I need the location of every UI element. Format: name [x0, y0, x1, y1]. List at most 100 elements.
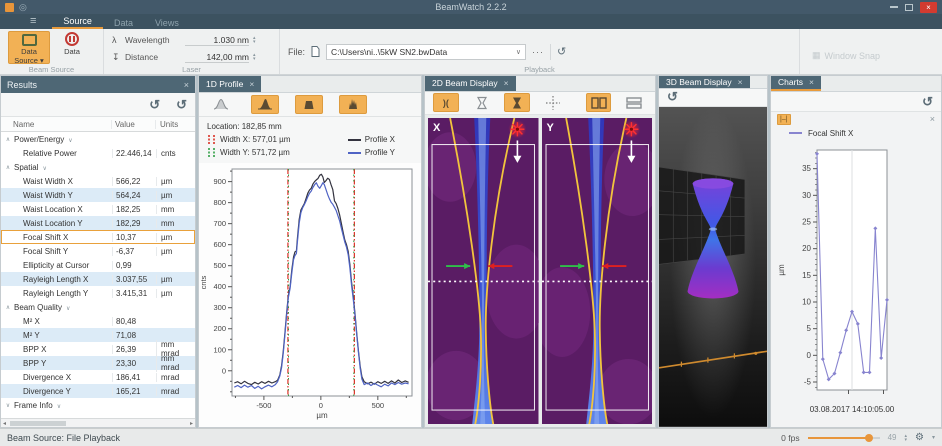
- gear-dropdown-icon[interactable]: ▾: [932, 434, 935, 441]
- wavelength-icon: λ: [112, 35, 121, 45]
- wavelength-field[interactable]: 1.030 nm: [185, 35, 249, 46]
- playback-slider[interactable]: [808, 433, 880, 443]
- table-row[interactable]: Waist Location Y182,29mm: [1, 216, 195, 230]
- table-row[interactable]: Rayleigh Length X3.037,55µm: [1, 272, 195, 286]
- profile-mode-peak-button[interactable]: [251, 95, 279, 114]
- tab-source[interactable]: Source: [52, 14, 103, 29]
- chart-close-icon[interactable]: ×: [930, 114, 935, 124]
- results-hscrollbar[interactable]: ◂ ▸: [1, 418, 195, 427]
- data-pause-button[interactable]: Data: [55, 31, 89, 64]
- scroll-track[interactable]: [8, 421, 188, 426]
- profile-mode-tophat-button[interactable]: [295, 95, 323, 114]
- file-dropdown-icon[interactable]: ∨: [516, 48, 521, 56]
- scroll-left-icon[interactable]: ◂: [3, 420, 6, 427]
- reset-layout-icon[interactable]: ↺: [176, 97, 187, 113]
- profile-mode-gaussian-button[interactable]: [207, 95, 235, 114]
- distance-field[interactable]: 142,00 mm: [185, 52, 249, 63]
- data-source-button[interactable]: Data Source ▾: [8, 31, 50, 64]
- speed-stepper[interactable]: ▴▾: [905, 434, 908, 442]
- tophat-curve-icon: [301, 98, 317, 110]
- minimize-icon[interactable]: [890, 6, 898, 8]
- close-window-icon[interactable]: ×: [920, 2, 937, 13]
- table-row[interactable]: Waist Width Y564,24µm: [1, 188, 195, 202]
- table-row[interactable]: ∧Beam Quality∨: [1, 300, 195, 314]
- split-vertical-button[interactable]: [586, 93, 612, 112]
- distance-stepper[interactable]: ▴▾: [253, 53, 256, 61]
- wavelength-label: Wavelength: [125, 35, 181, 45]
- table-row[interactable]: ∧Spatial∨: [1, 160, 195, 174]
- reset-values-icon[interactable]: ↺: [149, 97, 160, 113]
- results-close-icon[interactable]: ×: [184, 80, 189, 90]
- beam-view-x[interactable]: X: [428, 118, 539, 424]
- window-snap-option[interactable]: ▦ Window Snap: [812, 50, 880, 61]
- gear-icon[interactable]: ⚙: [915, 432, 924, 443]
- charts-toolbar: ↺: [771, 92, 941, 112]
- tab-2d-close-icon[interactable]: ×: [504, 78, 509, 88]
- reset-chart-icon[interactable]: ↺: [922, 94, 933, 110]
- table-row[interactable]: Focal Shift Y-6,37µm: [1, 244, 195, 258]
- table-row[interactable]: Relative Power22.446,14cnts: [1, 146, 195, 160]
- beam-view-y[interactable]: Y: [542, 118, 653, 424]
- tab-3d-label: 3D Beam Display: [666, 77, 732, 87]
- profile-1d-chart-svg: 0100200300400500600700800900-5000500cnts…: [199, 163, 421, 422]
- column-value[interactable]: Value: [111, 120, 155, 129]
- table-row[interactable]: ∧Power/Energy∨: [1, 132, 195, 146]
- table-row[interactable]: Ellipticity at Cursor0,99: [1, 258, 195, 272]
- table-row[interactable]: Divergence X186,41mrad: [1, 370, 195, 384]
- table-row[interactable]: Divergence Y165,21mrad: [1, 384, 195, 398]
- scroll-thumb[interactable]: [10, 421, 66, 426]
- svg-text:400: 400: [213, 282, 226, 291]
- beam-2d-views: X: [425, 115, 655, 427]
- tab-views[interactable]: Views: [144, 16, 190, 29]
- hourglass-outline-button[interactable]: [469, 93, 495, 112]
- profile-1d-chart[interactable]: 0100200300400500600700800900-5000500cnts…: [199, 163, 421, 427]
- wavelength-stepper[interactable]: ▴▾: [253, 36, 256, 44]
- raw-signal-icon: [345, 98, 361, 110]
- table-row[interactable]: Waist Width X566,22µm: [1, 174, 195, 188]
- menu-icon[interactable]: ≡: [30, 16, 36, 27]
- split-horizontal-button[interactable]: [621, 93, 647, 112]
- peak-curve-icon: [257, 98, 273, 110]
- file-path-input[interactable]: C:\Users\ni..\5kW SN2.bwData ∨: [326, 44, 526, 60]
- table-row[interactable]: ∨Frame Info∨: [1, 398, 195, 412]
- autoscale-button[interactable]: |–|: [777, 114, 791, 125]
- scroll-right-icon[interactable]: ▸: [190, 420, 193, 427]
- column-name[interactable]: Name: [13, 120, 111, 129]
- tab-1d-close-icon[interactable]: ×: [249, 79, 254, 89]
- table-row[interactable]: Rayleigh Length Y3.415,31µm: [1, 286, 195, 300]
- fps-readout: 0 fps: [781, 433, 799, 443]
- tab-1d-profile[interactable]: 1D Profile ×: [199, 76, 261, 92]
- quick-access-icon[interactable]: ◎: [19, 3, 27, 12]
- column-units[interactable]: Units: [155, 120, 195, 129]
- browse-file-button[interactable]: ···: [532, 47, 544, 57]
- tab-charts-close-icon[interactable]: ×: [809, 77, 814, 87]
- beam-view-y-image: [542, 118, 653, 424]
- table-row[interactable]: BPP Y23,30mm mrad: [1, 356, 195, 370]
- profile-mode-raw-button[interactable]: [339, 95, 367, 114]
- maximize-icon[interactable]: [905, 4, 913, 11]
- tab-3d-close-icon[interactable]: ×: [738, 77, 743, 87]
- profile-1d-readouts: Location: 182,85 mm Width X: 577,01 µm P…: [199, 117, 421, 163]
- results-panel: Results × ↺ ↺ Name Value Units ∧Power/En…: [0, 75, 196, 428]
- hourglass-filled-button[interactable]: [504, 93, 530, 112]
- tab-2d-beam-display[interactable]: 2D Beam Display ×: [425, 76, 516, 91]
- slider-knob[interactable]: [865, 434, 873, 442]
- group-playback: File: C:\Users\ni..\5kW SN2.bwData ∨ ···…: [280, 29, 800, 74]
- trend-chart[interactable]: -505101520253035µm03.08.2017 14:10:05.00: [771, 140, 941, 427]
- tab-3d-beam-display[interactable]: 3D Beam Display ×: [659, 76, 750, 88]
- crosshair-button[interactable]: [540, 93, 566, 112]
- reset-3d-view-icon[interactable]: ↺: [667, 89, 678, 105]
- table-row[interactable]: M² X80,48: [1, 314, 195, 328]
- svg-text:20: 20: [802, 244, 811, 253]
- tab-charts[interactable]: Charts ×: [771, 76, 821, 91]
- caustic-fit-button[interactable]: )(: [433, 93, 459, 112]
- beam-3d-scene[interactable]: [659, 107, 767, 427]
- svg-text:0: 0: [319, 401, 323, 410]
- reload-file-icon[interactable]: ↺: [557, 45, 566, 58]
- table-row[interactable]: Focal Shift X10,37µm: [1, 230, 195, 244]
- svg-text:15: 15: [802, 271, 811, 280]
- table-row[interactable]: Waist Location X182,25mm: [1, 202, 195, 216]
- app-icon[interactable]: [5, 3, 14, 12]
- results-header[interactable]: Results ×: [1, 76, 195, 93]
- tab-data[interactable]: Data: [103, 16, 144, 29]
